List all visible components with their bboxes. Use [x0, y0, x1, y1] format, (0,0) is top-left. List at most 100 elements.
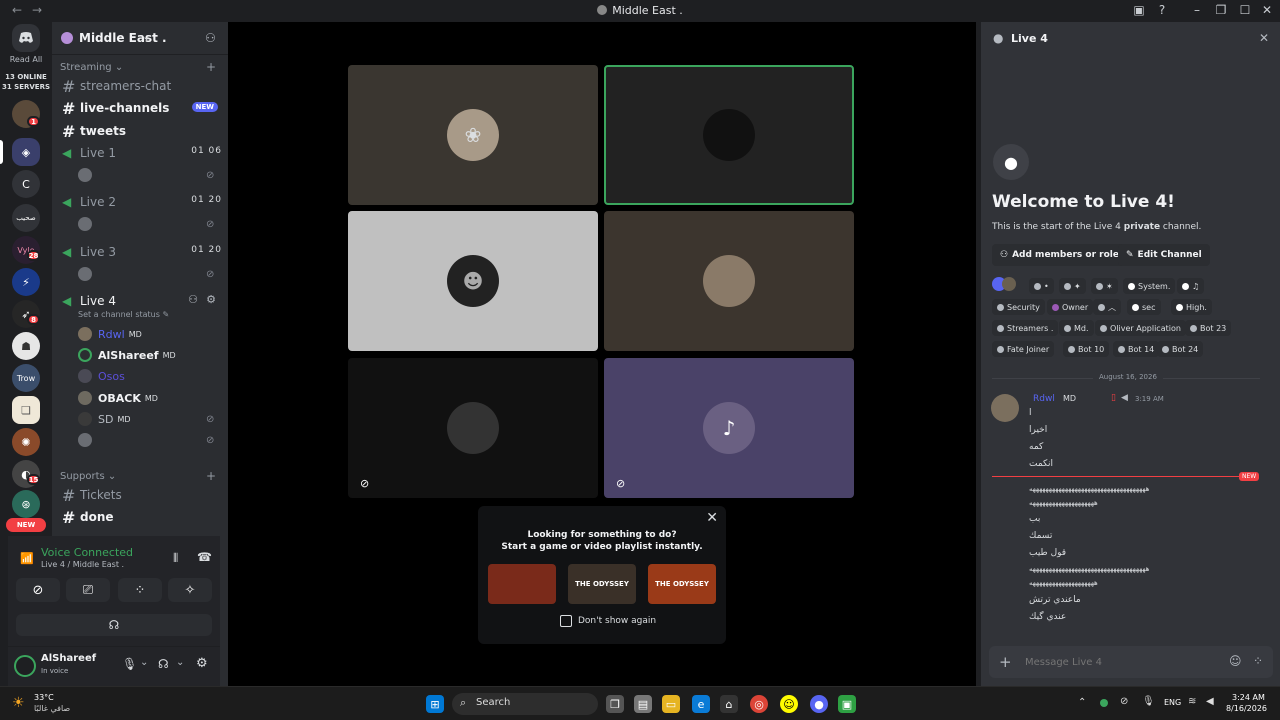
store-icon[interactable]: ⌂ — [720, 695, 738, 713]
close-icon[interactable]: ✕ — [706, 510, 718, 526]
voice-user[interactable]: Rdwl MD — [78, 325, 142, 343]
tray-icon[interactable]: ⊘ — [1120, 696, 1128, 707]
edit-channel-button[interactable]: ✎ Edit Channel — [1118, 244, 1210, 266]
video-tile[interactable]: ☻ — [348, 211, 598, 351]
clock-time[interactable]: 3:24 AM — [1232, 693, 1265, 702]
chevron-down-icon[interactable]: ⌄ — [140, 657, 148, 668]
add-channel-icon[interactable]: + — [206, 469, 216, 483]
add-channel-icon[interactable]: + — [206, 60, 216, 74]
close-chat-icon[interactable]: ✕ — [1259, 31, 1269, 45]
soundboard-button[interactable]: ✧ — [168, 578, 212, 602]
game-thumbnail[interactable] — [488, 564, 556, 604]
dont-show-checkbox[interactable] — [560, 615, 572, 627]
inbox-icon[interactable]: ▣ — [1130, 3, 1148, 17]
tray-status-icon[interactable] — [1100, 699, 1108, 707]
channel-live-channels[interactable]: # live-channels NEW — [56, 98, 222, 118]
role-tag[interactable]: ✶ — [1091, 278, 1118, 294]
voice-channel-live-3[interactable]: ◀ Live 3 01 20 — [56, 242, 222, 262]
add-members-button[interactable]: ⚇ Add members or roles — [992, 244, 1133, 266]
category-streaming[interactable]: Streaming ⌄ — [60, 62, 123, 73]
wifi-icon[interactable]: ≋ — [1188, 696, 1196, 707]
headset-icon[interactable]: ☊ — [158, 657, 169, 671]
role-tag[interactable]: Bot 24 — [1157, 341, 1204, 357]
weather-temp[interactable]: 33°C — [34, 693, 54, 702]
server-arabic[interactable]: صحيب — [12, 204, 40, 232]
chevron-down-icon[interactable]: ⌄ — [176, 657, 184, 668]
snapchat-icon[interactable]: ☺ — [780, 695, 798, 713]
role-tag[interactable]: Oliver Application — [1095, 320, 1186, 336]
channel-status[interactable]: Set a channel status ✎ — [78, 310, 169, 319]
role-tag[interactable]: • — [1029, 278, 1054, 294]
widgets-icon[interactable]: ▤ — [634, 695, 652, 713]
role-tag[interactable]: ✦ — [1059, 278, 1086, 294]
channel-tickets[interactable]: # Tickets — [56, 485, 222, 505]
role-tag[interactable]: Streamers . — [992, 320, 1059, 336]
middle-east-server-icon[interactable]: ◈ — [12, 138, 40, 166]
server-orange[interactable]: ✺ — [12, 428, 40, 456]
author-avatar[interactable] — [991, 394, 1019, 422]
voice-user[interactable]: SD MD — [78, 410, 131, 428]
attach-plus-icon[interactable]: + — [999, 653, 1012, 671]
edge-icon[interactable]: e — [692, 695, 710, 713]
maximize-button[interactable]: ☐ — [1236, 3, 1254, 17]
help-icon[interactable]: ? — [1153, 3, 1171, 17]
microphone-icon[interactable]: 🎙 — [122, 657, 137, 671]
tray-mic-icon[interactable]: 🎙 — [1142, 696, 1155, 707]
video-tile[interactable]: ⊘ — [348, 358, 598, 498]
channel-tweets[interactable]: # tweets — [56, 121, 222, 141]
screen-share-button[interactable]: ⎚ — [66, 578, 110, 602]
discord-taskbar-icon[interactable]: ● — [810, 695, 828, 713]
headphones-button[interactable]: ☊ — [16, 614, 212, 636]
voice-channel-live-2[interactable]: ◀ Live 2 01 20 — [56, 192, 222, 212]
role-tag[interactable]: ︿ — [1093, 299, 1121, 315]
signal-icon[interactable]: 📶 — [20, 552, 34, 565]
invite-icon[interactable]: ⚇ — [188, 293, 198, 306]
server-c[interactable]: C — [12, 170, 40, 198]
role-tag[interactable]: Bot 23 — [1185, 320, 1232, 336]
message-input[interactable] — [1025, 652, 1215, 672]
role-tag[interactable]: High. — [1171, 299, 1212, 315]
tray-chevron-icon[interactable]: ⌃ — [1078, 697, 1086, 708]
channel-streamers-chat[interactable]: # streamers-chat — [56, 76, 222, 96]
guild-header[interactable]: Middle East . ⌄ ⚇ — [52, 22, 228, 55]
video-tile[interactable]: ❀ — [348, 65, 598, 205]
server-blue[interactable]: ⚡ — [12, 268, 40, 296]
role-tag[interactable]: Security — [992, 299, 1045, 315]
channel-done[interactable]: # done — [56, 507, 222, 527]
voice-user[interactable] — [78, 431, 98, 449]
video-tile[interactable] — [604, 211, 854, 351]
search-box[interactable]: ⌕ Search — [452, 693, 598, 715]
message-author[interactable]: Rdwl — [1033, 394, 1055, 404]
read-all-button[interactable]: Read All — [0, 55, 52, 64]
dont-show-label[interactable]: Don't show again — [578, 616, 656, 626]
voice-user[interactable] — [78, 166, 98, 184]
weather-icon[interactable]: ☀ — [12, 695, 25, 711]
category-supports[interactable]: Supports ⌄ — [60, 471, 116, 482]
server-figure[interactable]: ☗ — [12, 332, 40, 360]
add-member-icon[interactable]: ⚇ — [205, 31, 216, 45]
disconnect-icon[interactable]: ☎ — [197, 550, 212, 564]
role-tag[interactable]: ♫ — [1177, 278, 1205, 294]
game-thumbnail[interactable]: THE ODYSSEY — [568, 564, 636, 604]
task-view-icon[interactable]: ❐ — [606, 695, 624, 713]
role-tag[interactable]: Bot 14 — [1113, 341, 1160, 357]
green-app-icon[interactable]: ▣ — [838, 695, 856, 713]
video-tile[interactable]: ♪ ⊘ — [604, 358, 854, 498]
apps-icon[interactable]: ⁘ — [1253, 654, 1263, 668]
start-button[interactable]: ⊞ — [426, 695, 444, 713]
user-avatar[interactable] — [14, 655, 36, 677]
gear-icon[interactable]: ⚙ — [206, 293, 216, 306]
role-tag[interactable]: sec — [1127, 299, 1161, 315]
camera-off-button[interactable]: ⊘ — [16, 578, 60, 602]
language-indicator[interactable]: ENG — [1164, 698, 1181, 707]
member-avatar[interactable] — [1002, 277, 1016, 291]
voice-user[interactable]: Osos — [78, 367, 125, 385]
clock-date[interactable]: 8/16/2026 — [1226, 704, 1267, 713]
voice-location[interactable]: Live 4 / Middle East . — [41, 560, 124, 569]
video-tile-speaking[interactable] — [604, 65, 854, 205]
volume-icon[interactable]: ◀ — [1206, 696, 1214, 707]
game-thumbnail[interactable]: THE ODYSSEY — [648, 564, 716, 604]
voice-user[interactable] — [78, 265, 98, 283]
settings-gear-icon[interactable]: ⚙ — [196, 656, 208, 671]
restore-button[interactable]: ❐ — [1212, 3, 1230, 17]
